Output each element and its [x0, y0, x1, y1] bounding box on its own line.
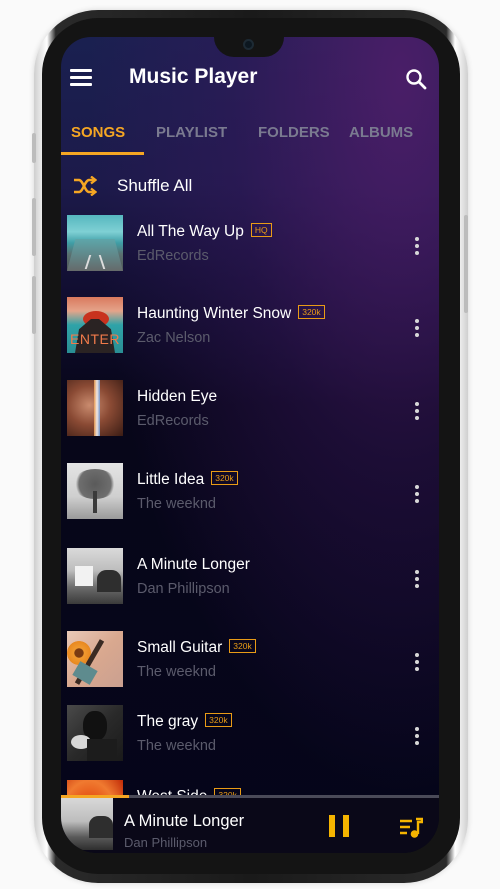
quality-badge: HQ: [250, 223, 272, 237]
song-title: The gray 320k: [137, 713, 232, 731]
tab-folders[interactable]: FOLDERS: [258, 124, 330, 141]
song-title: Haunting Winter Snow 320k: [137, 305, 325, 323]
song-list-item[interactable]: Little Idea 320k The weeknd: [61, 460, 439, 519]
song-title: Little Idea 320k: [137, 471, 238, 489]
album-art: [67, 463, 123, 519]
album-art: [67, 548, 123, 604]
song-list-item[interactable]: Hidden Eye EdRecords: [61, 377, 439, 436]
song-title: All The Way Up HQ: [137, 223, 272, 241]
tab-playlist[interactable]: PLAYLIST: [156, 124, 227, 141]
more-vertical-icon[interactable]: [412, 485, 422, 505]
more-vertical-icon[interactable]: [412, 237, 422, 257]
quality-badge: 320k: [229, 639, 256, 653]
playback-progress-fill: [61, 795, 130, 798]
app-screen: Music Player SONGS PLAYLIST FOLDERS ALBU…: [61, 37, 439, 853]
active-tab-indicator: [61, 152, 144, 155]
search-icon[interactable]: [404, 67, 428, 91]
more-vertical-icon[interactable]: [412, 319, 422, 339]
song-list-item[interactable]: A Minute Longer Dan Phillipson: [61, 545, 439, 604]
front-camera: [243, 39, 254, 50]
phone-volume-up-button: [32, 198, 36, 256]
pause-icon[interactable]: [329, 815, 351, 837]
song-artist: The weeknd: [137, 664, 216, 680]
more-vertical-icon[interactable]: [412, 402, 422, 422]
phone-side-button: [32, 133, 36, 163]
album-art: [67, 380, 123, 436]
song-artist: Dan Phillipson: [137, 581, 230, 597]
playlist-music-icon[interactable]: [399, 817, 423, 839]
album-art: [67, 215, 123, 271]
hamburger-menu-icon[interactable]: [70, 69, 92, 87]
song-title: Hidden Eye: [137, 388, 218, 405]
song-artist: EdRecords: [137, 248, 209, 264]
quality-badge: 320k: [298, 305, 325, 319]
phone-volume-down-button: [32, 276, 36, 334]
shuffle-icon: [74, 176, 97, 196]
song-title: A Minute Longer: [137, 556, 250, 573]
more-vertical-icon[interactable]: [412, 570, 422, 590]
tab-bar: SONGS PLAYLIST FOLDERS ALBUMS: [61, 121, 439, 159]
more-vertical-icon[interactable]: [412, 653, 422, 673]
album-art: [67, 631, 123, 687]
album-art: ENTER: [67, 297, 123, 353]
now-playing-artist: Dan Phillipson: [124, 835, 208, 850]
tab-albums[interactable]: ALBUMS: [349, 124, 413, 141]
song-list-item[interactable]: The gray 320k The weeknd: [61, 702, 439, 761]
song-list-item[interactable]: All The Way Up HQ EdRecords: [61, 212, 439, 271]
song-artist: The weeknd: [137, 496, 216, 512]
song-artist: EdRecords: [137, 413, 209, 429]
song-title: Small Guitar 320k: [137, 639, 256, 657]
tab-songs[interactable]: SONGS: [71, 124, 125, 141]
shuffle-all-label: Shuffle All: [117, 176, 193, 195]
quality-badge: 320k: [211, 471, 238, 485]
song-artist: The weeknd: [137, 738, 216, 754]
song-list-item[interactable]: ENTER Haunting Winter Snow 320k Zac Nelso…: [61, 294, 439, 353]
playback-progress-bar[interactable]: [61, 795, 439, 798]
phone-power-button: [464, 215, 468, 313]
quality-badge: 320k: [205, 713, 232, 727]
more-vertical-icon[interactable]: [412, 727, 422, 747]
phone-notch: [214, 37, 284, 57]
app-title: Music Player: [129, 65, 258, 88]
now-playing-album-art: [61, 798, 113, 850]
shuffle-all-button[interactable]: Shuffle All: [61, 171, 439, 201]
now-playing-title: A Minute Longer: [124, 812, 245, 830]
album-art: [67, 705, 123, 761]
song-artist: Zac Nelson: [137, 330, 211, 346]
now-playing-bar[interactable]: A Minute Longer Dan Phillipson: [61, 795, 439, 853]
song-list-item[interactable]: Small Guitar 320k The weeknd: [61, 628, 439, 687]
